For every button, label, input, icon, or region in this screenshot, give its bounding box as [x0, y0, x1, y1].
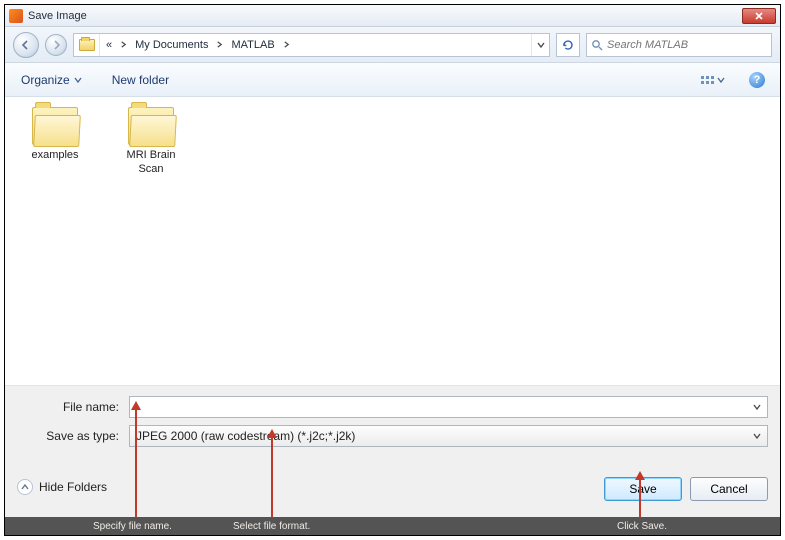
chevron-right-icon[interactable] — [281, 34, 292, 56]
folder-item[interactable]: MRI Brain Scan — [115, 107, 187, 177]
folder-item[interactable]: examples — [19, 107, 91, 177]
annotation-arrow — [135, 409, 137, 517]
breadcrumb-prefix[interactable]: « — [100, 34, 118, 56]
title-bar: Save Image — [5, 5, 780, 27]
search-icon — [591, 39, 603, 51]
annotation-label: Specify file name. — [93, 521, 172, 532]
bottom-panel: File name: Save as type: JPEG 2000 (raw … — [5, 385, 780, 535]
forward-button[interactable] — [45, 34, 67, 56]
annotation-label: Click Save. — [617, 521, 667, 532]
organize-button[interactable]: Organize — [15, 69, 88, 91]
cancel-button[interactable]: Cancel — [690, 477, 768, 501]
toolbar: Organize New folder ? — [5, 63, 780, 97]
breadcrumb-dropdown-icon[interactable] — [531, 34, 549, 56]
filename-input[interactable] — [129, 396, 768, 418]
window-title: Save Image — [28, 10, 742, 22]
chevron-up-icon — [17, 479, 33, 495]
folder-icon — [74, 34, 100, 56]
new-folder-label: New folder — [112, 73, 169, 87]
filename-label: File name: — [17, 400, 129, 414]
matlab-icon — [9, 9, 23, 23]
folder-icon — [32, 107, 78, 145]
help-icon: ? — [749, 72, 765, 88]
saveastype-label: Save as type: — [17, 429, 129, 443]
new-folder-button[interactable]: New folder — [106, 69, 175, 91]
hide-folders-button[interactable]: Hide Folders — [17, 479, 107, 495]
chevron-right-icon[interactable] — [118, 34, 129, 56]
save-button[interactable]: Save — [604, 477, 682, 501]
refresh-button[interactable] — [556, 33, 580, 57]
chevron-down-icon — [717, 76, 725, 84]
navigation-bar: « My Documents MATLAB — [5, 27, 780, 63]
chevron-down-icon[interactable] — [749, 399, 765, 415]
saveastype-value: JPEG 2000 (raw codestream) (*.j2c;*.j2k) — [136, 429, 355, 443]
file-label: examples — [31, 149, 78, 163]
chevron-right-icon[interactable] — [214, 34, 225, 56]
organize-label: Organize — [21, 73, 70, 87]
hide-folders-label: Hide Folders — [39, 480, 107, 494]
annotation-bar: Specify file name. Select file format. C… — [5, 517, 780, 535]
breadcrumb-my-documents[interactable]: My Documents — [129, 34, 214, 56]
annotation-arrow — [271, 437, 273, 517]
folder-icon — [128, 107, 174, 145]
view-options-button[interactable] — [700, 69, 726, 91]
file-list-area[interactable]: examples MRI Brain Scan — [5, 97, 780, 385]
chevron-down-icon[interactable] — [749, 428, 765, 444]
saveastype-select[interactable]: JPEG 2000 (raw codestream) (*.j2c;*.j2k) — [129, 425, 768, 447]
chevron-down-icon — [74, 76, 82, 84]
breadcrumb-matlab[interactable]: MATLAB — [225, 34, 280, 56]
file-label: MRI Brain Scan — [127, 149, 176, 177]
breadcrumb-bar[interactable]: « My Documents MATLAB — [73, 33, 550, 57]
search-box[interactable] — [586, 33, 772, 57]
help-button[interactable]: ? — [744, 69, 770, 91]
close-button[interactable] — [742, 8, 776, 24]
grid-icon — [701, 76, 714, 84]
search-input[interactable] — [607, 39, 767, 51]
annotation-label: Select file format. — [233, 521, 310, 532]
annotation-arrow — [639, 479, 641, 517]
back-button[interactable] — [13, 32, 39, 58]
